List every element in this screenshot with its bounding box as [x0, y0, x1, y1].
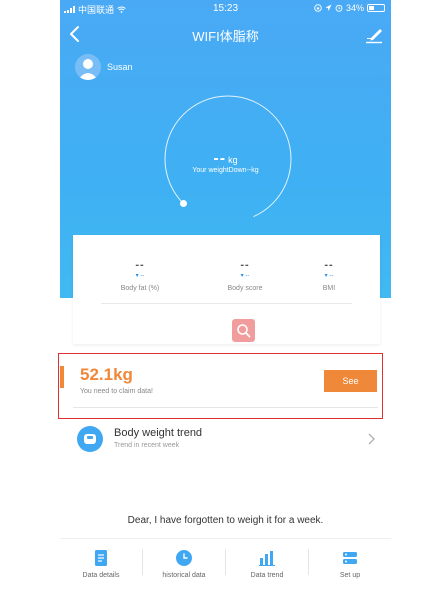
- search-icon: [237, 324, 251, 338]
- document-icon: [95, 550, 107, 566]
- bar-chart-icon: [259, 551, 275, 566]
- claim-message: You need to claim data!: [80, 388, 153, 395]
- tab-data-trend[interactable]: Data trend: [226, 539, 308, 589]
- metric-delta: ▾ --: [324, 273, 334, 279]
- avatar[interactable]: [75, 54, 101, 80]
- claim-accent-bar: [60, 366, 64, 388]
- battery-icon: [367, 4, 385, 12]
- claim-weight: 52.1kg: [80, 365, 133, 384]
- tab-label: Set up: [339, 572, 361, 579]
- metric-label: Body fat (%): [120, 285, 160, 292]
- claim-data-panel: 52.1kg You need to claim data! See: [60, 355, 391, 413]
- metric-delta: ▾ --: [240, 273, 250, 279]
- gauge-number: --: [213, 150, 227, 167]
- trend-subtitle: Trend in recent week: [114, 442, 180, 449]
- trend-title: Body weight trend: [114, 427, 203, 439]
- metric-label: Body score: [227, 285, 263, 292]
- tab-set-up[interactable]: Set up: [309, 539, 391, 589]
- user-icon: [78, 59, 98, 80]
- location-icon: [325, 4, 332, 11]
- tab-label: Data trend: [250, 572, 284, 579]
- status-bar: 中国联通 15:23 34%: [60, 0, 391, 18]
- metric-label: BMI: [322, 285, 336, 292]
- user-name: Susan: [107, 62, 133, 72]
- search-button[interactable]: [232, 319, 255, 342]
- alarm-icon: [335, 4, 343, 12]
- tab-label: historical data: [162, 572, 206, 579]
- battery-percent: 34%: [345, 3, 364, 13]
- metric-bmi[interactable]: -- ▾ -- BMI: [289, 259, 369, 292]
- metric-delta: ▾ --: [135, 273, 145, 279]
- gauge-caption: Your weightDown--kg: [192, 167, 259, 174]
- see-button[interactable]: See: [324, 370, 377, 392]
- tab-label: Data details: [82, 572, 120, 579]
- scale-icon: [77, 426, 103, 452]
- metric-value: --: [324, 259, 334, 271]
- settings-icon: [343, 552, 357, 564]
- metrics-card: -- ▾ -- Body fat (%) -- ▾ -- Body score …: [73, 235, 380, 344]
- nav-bar: WIFI体脂称: [60, 18, 391, 50]
- gauge-value: -- kg: [60, 150, 391, 168]
- edit-pen-icon: [366, 29, 382, 44]
- clock-icon: [176, 550, 192, 566]
- reminder-message: Dear, I have forgotten to weigh it for a…: [127, 515, 324, 526]
- edit-button[interactable]: [363, 23, 385, 45]
- tab-bar: Data details historical data Data trend: [60, 538, 391, 589]
- metric-value: --: [135, 259, 145, 271]
- divider: [101, 303, 352, 304]
- phone-screen: 中国联通 15:23 34% WIFI体脂称 Susan -- kg Your …: [60, 0, 391, 589]
- metric-value: --: [240, 259, 250, 271]
- weight-trend-row[interactable]: Body weight trend Trend in recent week: [60, 420, 391, 460]
- gauge-indicator-dot: [180, 200, 187, 207]
- chevron-right-icon: [368, 433, 375, 445]
- divider: [73, 407, 378, 408]
- page-title: WIFI体脂称: [192, 29, 259, 44]
- metric-body-fat[interactable]: -- ▾ -- Body fat (%): [100, 259, 180, 292]
- gauge-unit: kg: [228, 155, 238, 165]
- metric-body-score[interactable]: -- ▾ -- Body score: [205, 259, 285, 292]
- tab-data-details[interactable]: Data details: [60, 539, 142, 589]
- lock-rotation-icon: [314, 4, 322, 12]
- tab-historical-data[interactable]: historical data: [143, 539, 225, 589]
